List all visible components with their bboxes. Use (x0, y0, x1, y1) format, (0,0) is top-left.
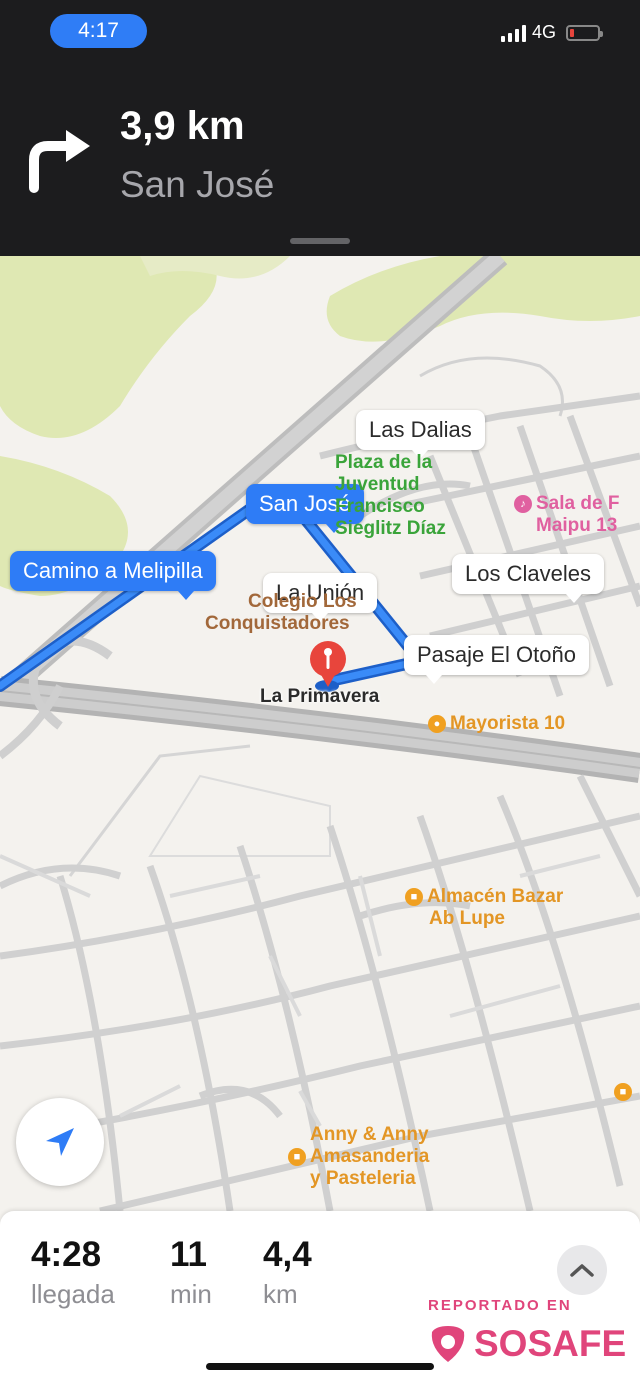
navigation-banner[interactable]: 3,9 km San José (0, 60, 640, 256)
maneuver-distance: 3,9 km (120, 104, 245, 148)
reported-in-text: REPORTADO EN (428, 1297, 572, 1314)
poi-store-edge[interactable]: ■ (614, 1081, 636, 1103)
sosafe-logo: SOSAFE (428, 1323, 626, 1365)
network-label: 4G (531, 22, 556, 42)
status-time[interactable]: 4:17 (50, 14, 147, 48)
destination-label: La Primavera (260, 686, 380, 707)
street-label-camino-a-melipilla[interactable]: Camino a Melipilla (10, 551, 216, 600)
banner-grabber[interactable] (290, 238, 350, 244)
street-label-los-claveles[interactable]: Los Claveles (452, 554, 604, 603)
street-label-las-dalias[interactable]: Las Dalias (356, 410, 485, 459)
street-label-pasaje-el-otono[interactable]: Pasaje El Otoño (404, 635, 589, 684)
store-icon: ■ (614, 1082, 632, 1101)
poi-sala-maipu[interactable]: ♪ Sala de F Maipu 13 (514, 493, 619, 537)
expand-button[interactable] (557, 1245, 607, 1295)
poi-almacen-bazar[interactable]: ■ Almacén Bazar Ab Lupe (405, 886, 563, 930)
duration-stat: 11 min (170, 1235, 212, 1310)
arrival-stat: 4:28 llegada (31, 1235, 115, 1310)
map-view[interactable]: Las Dalias San José Camino a Melipilla L… (0, 256, 640, 1211)
status-bar: 4:17 4G (0, 0, 640, 60)
store-icon: ■ (405, 887, 423, 906)
status-indicators: 4G (500, 22, 603, 43)
duration-unit: min (170, 1279, 212, 1309)
duration-value: 11 (170, 1235, 207, 1274)
distance-stat: 4,4 km (263, 1235, 312, 1310)
shield-icon (431, 1326, 465, 1362)
distance-unit: km (263, 1279, 298, 1309)
bakery-icon: ■ (288, 1147, 306, 1166)
music-icon: ♪ (514, 494, 532, 513)
home-indicator[interactable] (206, 1363, 434, 1370)
arrival-time: 4:28 (31, 1235, 102, 1274)
poi-colegio-conquistadores[interactable]: Colegio Los Conquistadores (205, 591, 357, 635)
shopping-icon: ● (428, 714, 446, 733)
signal-icon (500, 24, 526, 42)
arrival-label: llegada (31, 1279, 115, 1309)
poi-anny-amasanderia[interactable]: Anny & Anny ■ Amasanderia y Pasteleria (288, 1124, 429, 1190)
poi-mayorista-10[interactable]: ● Mayorista 10 (428, 713, 565, 735)
chevron-up-icon (570, 1264, 594, 1277)
maneuver-street: San José (120, 164, 275, 205)
turn-right-arrow-icon (29, 130, 90, 193)
trip-summary-card[interactable]: 4:28 llegada 11 min 4,4 km REPORTADO EN … (0, 1211, 640, 1385)
recenter-button[interactable] (16, 1098, 104, 1186)
location-arrow-icon (46, 1128, 74, 1156)
distance-value: 4,4 (263, 1235, 312, 1274)
battery-icon (566, 24, 603, 41)
poi-plaza-juventud[interactable]: Plaza de la Juventud Francisco Sieglitz … (335, 452, 446, 540)
